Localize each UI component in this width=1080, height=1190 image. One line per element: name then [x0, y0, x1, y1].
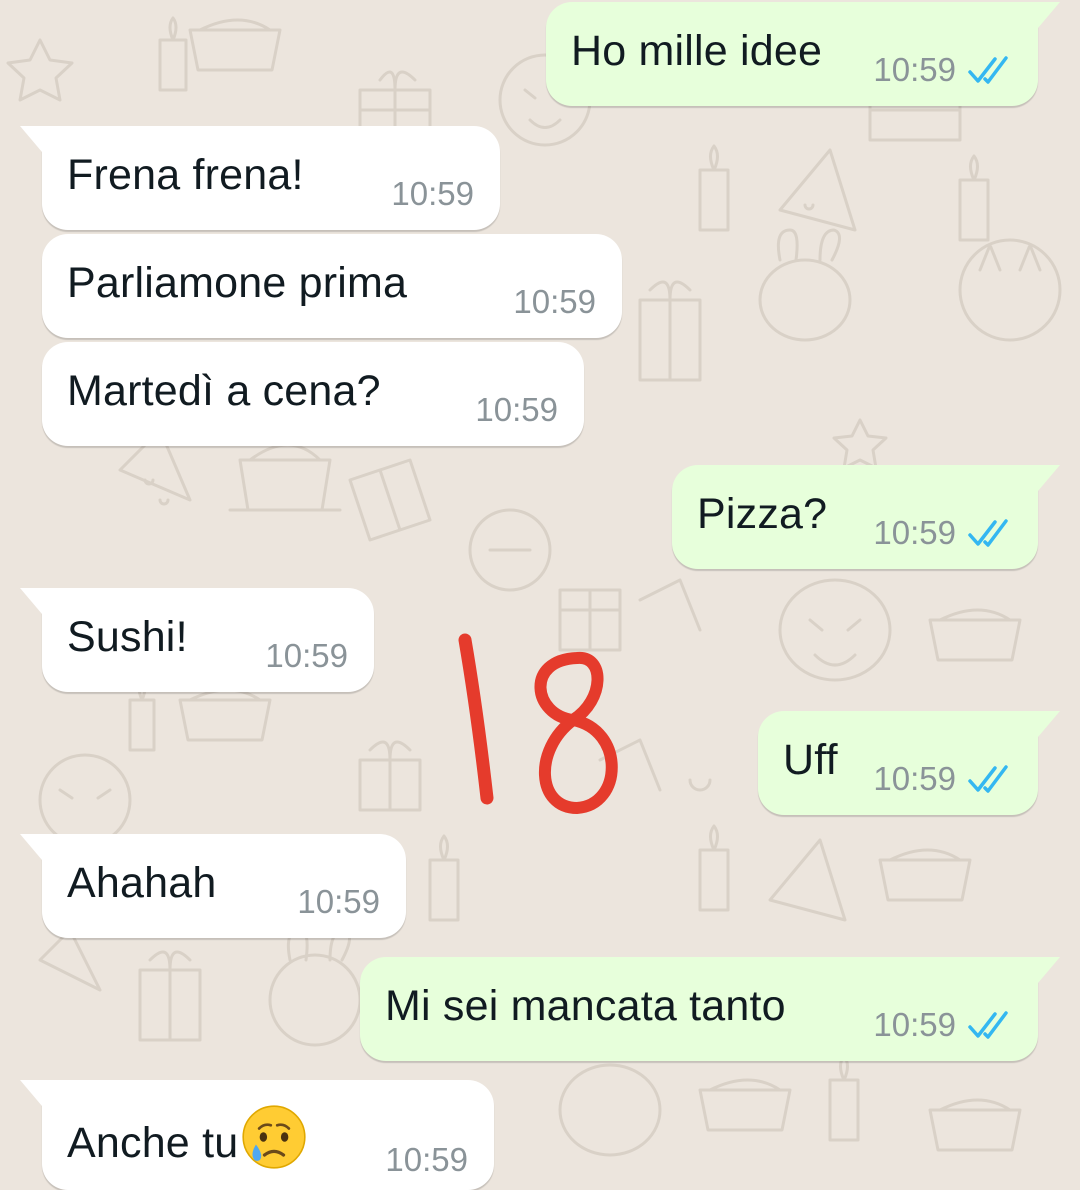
message-time: 10:59 — [385, 1141, 468, 1178]
message-meta: 10:59 — [475, 392, 558, 428]
message-text: Martedì a cena? — [67, 367, 381, 415]
double-check-icon — [968, 1011, 1008, 1039]
message-meta: 10:59 — [873, 52, 1012, 88]
crying-face-emoji — [242, 1105, 306, 1169]
message-bubble-outgoing[interactable]: Mi sei mancata tanto 10:59 — [360, 957, 1060, 1061]
message-time: 10:59 — [391, 175, 474, 212]
message-meta: 10:59 — [297, 884, 380, 920]
bubble-tail — [1038, 957, 1060, 983]
message-text: Anche tu — [67, 1103, 308, 1171]
double-check-icon — [968, 519, 1008, 547]
bubble-tail — [20, 126, 42, 152]
message-bubble-outgoing[interactable]: Pizza? 10:59 — [672, 465, 1060, 569]
bubble-tail — [20, 1080, 42, 1106]
message-meta: 10:59 — [873, 515, 1012, 551]
message-text: Pizza? — [697, 490, 828, 538]
message-time: 10:59 — [297, 883, 380, 920]
message-bubble-incoming[interactable]: Anche tu 10:59 — [20, 1080, 494, 1190]
message-time: 10:59 — [873, 51, 956, 88]
message-time: 10:59 — [265, 637, 348, 674]
message-time: 10:59 — [873, 514, 956, 551]
bubble-tail — [20, 834, 42, 860]
handwritten-number-annotation — [458, 633, 618, 814]
message-time: 10:59 — [873, 760, 956, 797]
message-bubble-incoming[interactable]: Sushi! 10:59 — [20, 588, 374, 692]
message-meta: 10:59 — [873, 1007, 1012, 1043]
message-bubble-incoming[interactable]: Ahahah 10:59 — [20, 834, 406, 938]
message-meta: 10:59 — [391, 176, 474, 212]
double-check-icon — [968, 765, 1008, 793]
message-text: Ahahah — [67, 859, 217, 907]
bubble-tail — [20, 588, 42, 614]
message-meta: 10:59 — [265, 638, 348, 674]
message-text: Ho mille idee — [571, 27, 823, 75]
message-meta: 10:59 — [513, 284, 596, 320]
message-text: Frena frena! — [67, 151, 304, 199]
message-bubble-outgoing[interactable]: Ho mille idee 10:59 — [546, 2, 1060, 106]
bubble-tail — [1038, 465, 1060, 491]
message-text: Sushi! — [67, 613, 188, 661]
message-text-content: Anche tu — [67, 1119, 239, 1167]
message-bubble-incoming[interactable]: Martedì a cena? 10:59 — [42, 342, 584, 446]
bubble-tail — [1038, 711, 1060, 737]
message-text: Mi sei mancata tanto — [385, 982, 786, 1030]
double-check-icon — [968, 56, 1008, 84]
chat-conversation: Ho mille idee 10:59 Frena frena! 10:59 P… — [0, 0, 1080, 1190]
message-time: 10:59 — [873, 1006, 956, 1043]
message-bubble-incoming[interactable]: Parliamone prima 10:59 — [42, 234, 622, 338]
message-time: 10:59 — [513, 283, 596, 320]
message-bubble-incoming[interactable]: Frena frena! 10:59 — [20, 126, 500, 230]
bubble-tail — [1038, 2, 1060, 28]
message-text: Uff — [783, 736, 838, 784]
message-text: Parliamone prima — [67, 259, 408, 307]
message-meta: 10:59 — [385, 1142, 468, 1178]
message-bubble-outgoing[interactable]: Uff 10:59 — [758, 711, 1060, 815]
message-meta: 10:59 — [873, 761, 1012, 797]
message-time: 10:59 — [475, 391, 558, 428]
